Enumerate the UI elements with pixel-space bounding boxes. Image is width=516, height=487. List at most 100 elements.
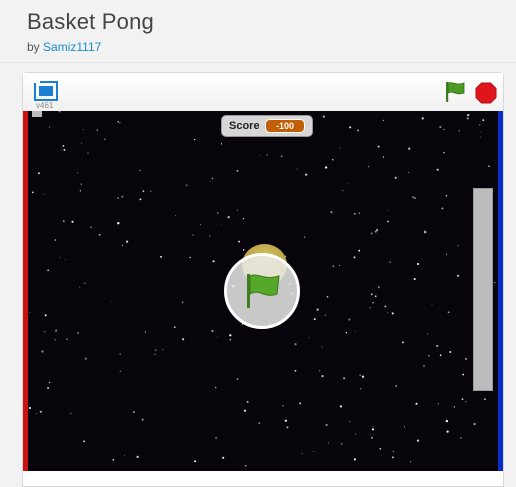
star (82, 129, 84, 131)
star (355, 433, 357, 435)
star (155, 349, 157, 351)
star (123, 454, 125, 456)
star (59, 256, 61, 258)
star (117, 120, 119, 123)
star (391, 456, 394, 459)
star (47, 269, 49, 272)
star (142, 190, 145, 193)
star (65, 258, 67, 260)
star (494, 281, 496, 284)
star (243, 409, 247, 412)
star (266, 154, 268, 156)
star (414, 197, 416, 199)
star (244, 464, 247, 467)
star (384, 305, 387, 308)
star (173, 326, 176, 328)
star (437, 403, 439, 405)
star (229, 334, 232, 337)
green-flag-button[interactable] (443, 80, 467, 104)
star (445, 419, 449, 423)
star (330, 210, 333, 214)
star (370, 433, 371, 435)
star (259, 154, 261, 156)
star (413, 278, 416, 281)
star (29, 312, 31, 313)
star (391, 312, 394, 315)
star (482, 119, 485, 122)
star (439, 125, 442, 129)
score-monitor: Score -100 (221, 115, 313, 137)
star (359, 388, 362, 390)
star (374, 230, 377, 233)
star (61, 146, 63, 148)
star (121, 244, 123, 246)
star (416, 439, 420, 442)
star (401, 341, 404, 344)
star (238, 240, 241, 243)
star (174, 214, 176, 216)
star (436, 344, 439, 348)
star (242, 218, 244, 220)
star (488, 165, 490, 168)
star (133, 411, 135, 413)
star (48, 381, 51, 384)
game-stage[interactable]: Score -100 (23, 111, 503, 471)
star (136, 455, 139, 459)
star (395, 385, 397, 387)
start-overlay-button[interactable] (224, 253, 300, 329)
star (387, 220, 389, 223)
project-header: Basket Pong by Samiz1117 (0, 0, 516, 63)
star (162, 348, 164, 350)
star (119, 353, 121, 355)
star (461, 398, 464, 401)
star (412, 196, 415, 199)
star (431, 304, 433, 305)
star (439, 354, 442, 356)
fullscreen-button[interactable] (34, 81, 58, 101)
star (216, 336, 218, 338)
star (221, 223, 222, 225)
star (217, 212, 219, 214)
star (80, 183, 83, 185)
star (294, 369, 297, 372)
star (408, 147, 411, 150)
star (98, 233, 101, 236)
stop-button[interactable] (475, 82, 497, 104)
star (445, 253, 448, 255)
star (467, 113, 470, 117)
star (87, 152, 89, 154)
star (358, 249, 361, 252)
star (54, 239, 57, 241)
version-label: v461 (36, 101, 54, 110)
star (192, 234, 194, 236)
star (62, 220, 65, 223)
star (117, 197, 119, 199)
star (81, 142, 83, 144)
star (421, 117, 424, 120)
star (416, 262, 420, 266)
star (119, 122, 121, 124)
star (353, 458, 357, 461)
star (457, 245, 459, 247)
star (308, 337, 310, 339)
star (369, 307, 371, 309)
star (465, 357, 468, 360)
star (466, 117, 469, 120)
star (286, 426, 289, 429)
star (359, 374, 362, 376)
star (236, 209, 238, 211)
star (424, 230, 427, 234)
star (61, 149, 62, 151)
star (139, 198, 142, 201)
star (441, 207, 444, 210)
star (342, 190, 344, 192)
star (209, 180, 211, 182)
star (447, 311, 449, 313)
author-link[interactable]: Samiz1117 (43, 40, 101, 54)
star (185, 184, 188, 187)
star (282, 405, 284, 407)
star (305, 173, 308, 176)
score-label: Score (229, 120, 260, 132)
star (387, 209, 389, 211)
star (473, 422, 476, 426)
